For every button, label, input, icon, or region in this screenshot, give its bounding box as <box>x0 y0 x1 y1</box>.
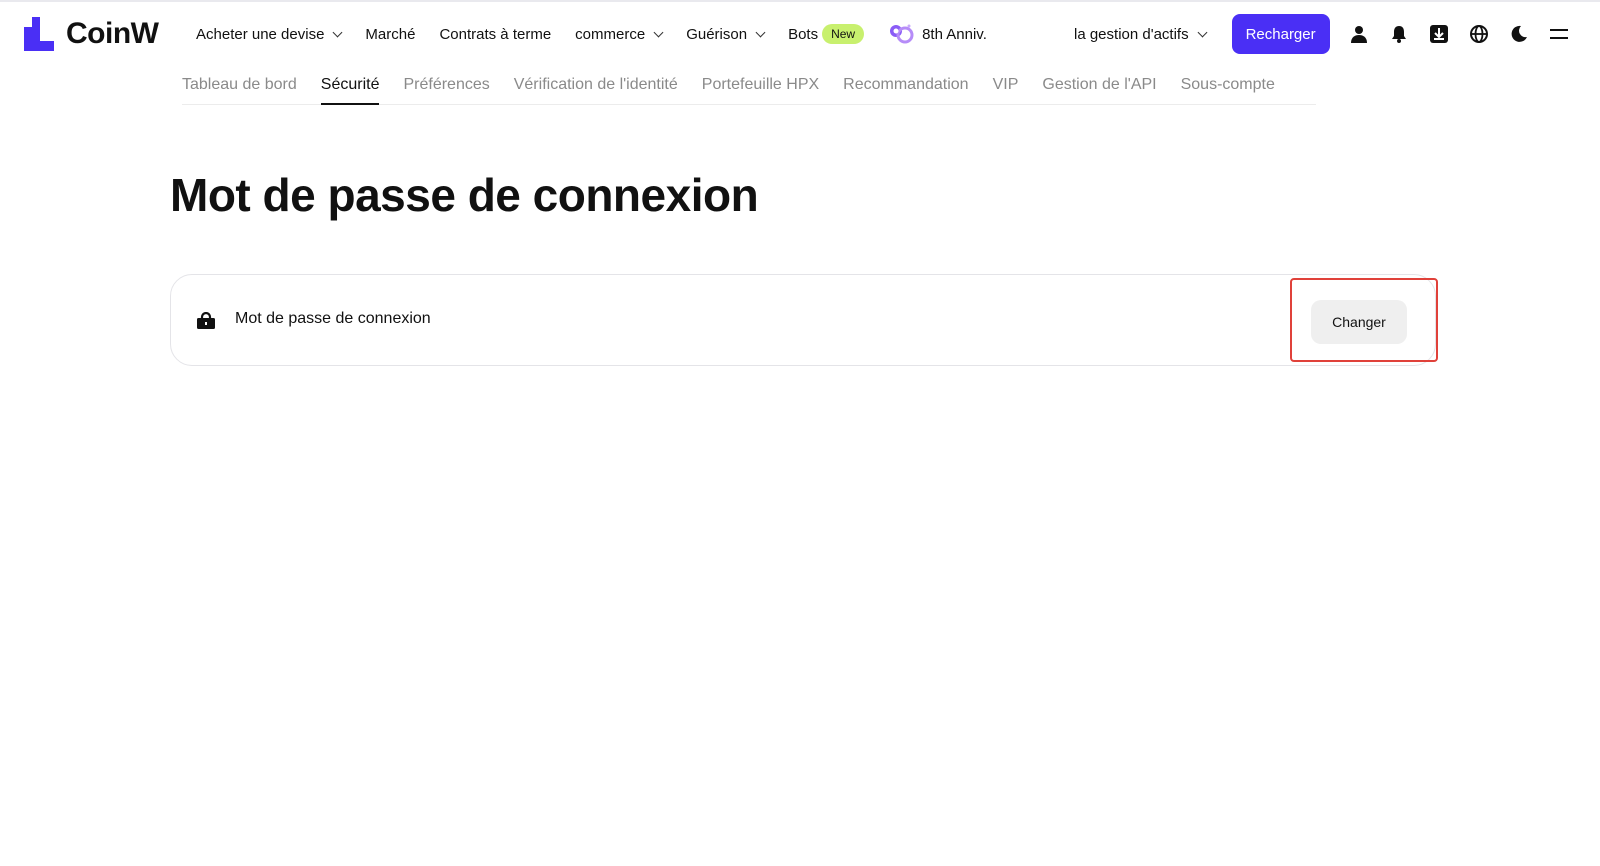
tab-api-management[interactable]: Gestion de l'API <box>1042 66 1156 104</box>
user-icon[interactable] <box>1348 23 1370 45</box>
chevron-down-icon <box>653 27 664 37</box>
page-title: Mot de passe de connexion <box>170 169 759 221</box>
change-password-button[interactable]: Changer <box>1311 300 1407 344</box>
moon-icon[interactable] <box>1508 23 1530 45</box>
nav-bots-label: Bots <box>788 25 819 43</box>
tab-hpx-wallet[interactable]: Portefeuille HPX <box>702 66 819 104</box>
nav-market-label: Marché <box>365 25 416 43</box>
tab-sub-account[interactable]: Sous-compte <box>1181 66 1275 104</box>
nav-trade-label: commerce <box>575 25 646 43</box>
top-header: CoinW Acheter une devise Marché Contrats… <box>0 2 1600 66</box>
main-nav: Acheter une devise Marché Contrats à ter… <box>196 2 1011 66</box>
tab-preferences[interactable]: Préférences <box>403 66 489 104</box>
new-badge: New <box>822 24 865 44</box>
tab-security[interactable]: Sécurité <box>320 66 379 105</box>
bell-icon[interactable] <box>1388 23 1410 45</box>
nav-futures[interactable]: Contrats à terme <box>439 26 551 43</box>
download-icon[interactable] <box>1428 23 1450 45</box>
chevron-down-icon <box>1197 27 1208 37</box>
tab-vip[interactable]: VIP <box>993 66 1019 104</box>
lock-icon <box>197 311 215 334</box>
nav-market[interactable]: Marché <box>365 26 415 43</box>
asset-management-menu[interactable]: la gestion d'actifs <box>1074 25 1208 43</box>
nav-earn[interactable]: Guérison <box>686 25 766 43</box>
logo-text: CoinW <box>66 17 159 50</box>
globe-icon[interactable] <box>1468 23 1490 45</box>
right-nav: la gestion d'actifs Recharger <box>1074 2 1570 66</box>
nav-bots[interactable]: Bots New <box>788 24 865 44</box>
chevron-down-icon <box>332 27 343 37</box>
anniversary-icon <box>890 24 914 44</box>
coinw-logo[interactable]: CoinW <box>24 17 159 51</box>
recharge-button[interactable]: Recharger <box>1231 14 1330 54</box>
tab-identity-verification[interactable]: Vérification de l'identité <box>514 66 678 104</box>
login-password-label: Mot de passe de connexion <box>235 310 431 327</box>
login-password-card: Mot de passe de connexion Changer <box>170 274 1436 366</box>
tab-dashboard[interactable]: Tableau de bord <box>182 66 297 104</box>
nav-trade[interactable]: commerce <box>575 25 664 43</box>
account-tabs: Tableau de bord Sécurité Préférences Vér… <box>182 66 1316 105</box>
nav-futures-label: Contrats à terme <box>439 25 552 43</box>
menu-icon[interactable] <box>1548 23 1570 45</box>
nav-anniversary-label: 8th Anniv. <box>922 25 987 43</box>
nav-buy-crypto-label: Acheter une devise <box>196 25 325 43</box>
chevron-down-icon <box>755 27 766 37</box>
coinw-logo-icon <box>24 17 54 51</box>
nav-earn-label: Guérison <box>686 25 748 43</box>
nav-buy-crypto[interactable]: Acheter une devise <box>196 25 343 43</box>
asset-management-label: la gestion d'actifs <box>1074 25 1189 43</box>
nav-anniversary[interactable]: 8th Anniv. <box>888 22 987 46</box>
tab-referral[interactable]: Recommandation <box>843 66 968 104</box>
